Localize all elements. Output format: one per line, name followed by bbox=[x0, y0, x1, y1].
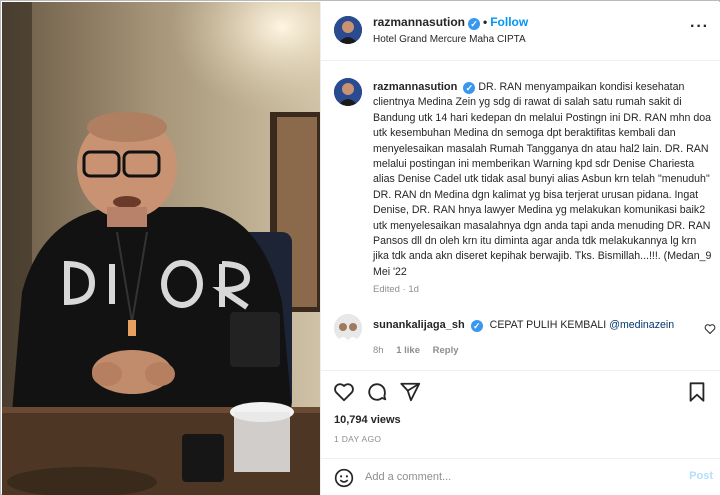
share-icon[interactable] bbox=[399, 381, 421, 408]
video-frame bbox=[2, 2, 320, 495]
add-comment-bar: Post bbox=[321, 458, 720, 495]
reply-button[interactable]: Reply bbox=[433, 345, 459, 356]
bookmark-icon[interactable] bbox=[686, 381, 708, 408]
comment-mention[interactable]: @medinazein bbox=[609, 319, 674, 331]
post-dialog: razmannasution ✓ • Follow Hotel Grand Mercu… bbox=[0, 0, 720, 495]
comment-input[interactable] bbox=[365, 468, 665, 486]
comment-text-row: sunankalijaga_sh ✓ CEPAT PULIH KEMBALI @m… bbox=[373, 319, 674, 332]
comment-meta: 8h 1 like Reply bbox=[373, 345, 469, 356]
edited-timestamp: Edited · 1d bbox=[373, 284, 419, 295]
post-media[interactable] bbox=[2, 2, 320, 495]
verified-icon: ✓ bbox=[463, 82, 476, 94]
comment-username[interactable]: sunankalijaga_sh bbox=[373, 319, 465, 331]
post-timestamp: 1 DAY AGO bbox=[334, 434, 382, 444]
caption-username[interactable]: razmannasution bbox=[373, 81, 457, 93]
action-bar bbox=[321, 370, 720, 410]
separator-dot: • bbox=[483, 15, 488, 29]
avatar[interactable] bbox=[334, 16, 362, 44]
comment-age: 8h bbox=[373, 345, 384, 356]
comment-like-heart-icon[interactable] bbox=[704, 322, 716, 340]
commenter-photo bbox=[334, 314, 362, 342]
username-link[interactable]: razmannasution bbox=[373, 15, 465, 29]
header-username-row: razmannasution ✓ • Follow bbox=[373, 15, 528, 30]
post-header: razmannasution ✓ • Follow Hotel Grand Mercu… bbox=[321, 2, 720, 61]
caption-avatar[interactable] bbox=[334, 78, 362, 106]
verified-icon: ✓ bbox=[468, 18, 481, 30]
caption-text-block: razmannasution ✓ DR. RAN menyampaikan kon… bbox=[373, 80, 713, 280]
heart-icon[interactable] bbox=[333, 381, 355, 408]
more-icon[interactable]: ··· bbox=[690, 18, 709, 36]
caption: razmannasution ✓ DR. RAN menyampaikan kon… bbox=[321, 62, 720, 302]
emoji-icon[interactable] bbox=[334, 468, 354, 493]
verified-icon: ✓ bbox=[470, 320, 483, 332]
post-panel: razmannasution ✓ • Follow Hotel Grand Mercu… bbox=[320, 2, 720, 495]
location-link[interactable]: Hotel Grand Mercure Maha CIPTA bbox=[373, 34, 526, 45]
comment-likes[interactable]: 1 like bbox=[396, 345, 420, 356]
view-count[interactable]: 10,794 views bbox=[334, 414, 401, 426]
comment-text: CEPAT PULIH KEMBALI bbox=[489, 319, 607, 331]
profile-photo bbox=[334, 78, 362, 106]
profile-photo bbox=[334, 16, 362, 44]
follow-button[interactable]: Follow bbox=[490, 15, 528, 29]
caption-text: DR. RAN menyampaikan kondisi kesehatan c… bbox=[373, 81, 712, 278]
comment-icon[interactable] bbox=[366, 381, 388, 408]
comment-item: sunankalijaga_sh ✓ CEPAT PULIH KEMBALI @m… bbox=[321, 304, 720, 366]
commenter-avatar[interactable] bbox=[334, 314, 362, 342]
post-button[interactable]: Post bbox=[689, 470, 713, 482]
